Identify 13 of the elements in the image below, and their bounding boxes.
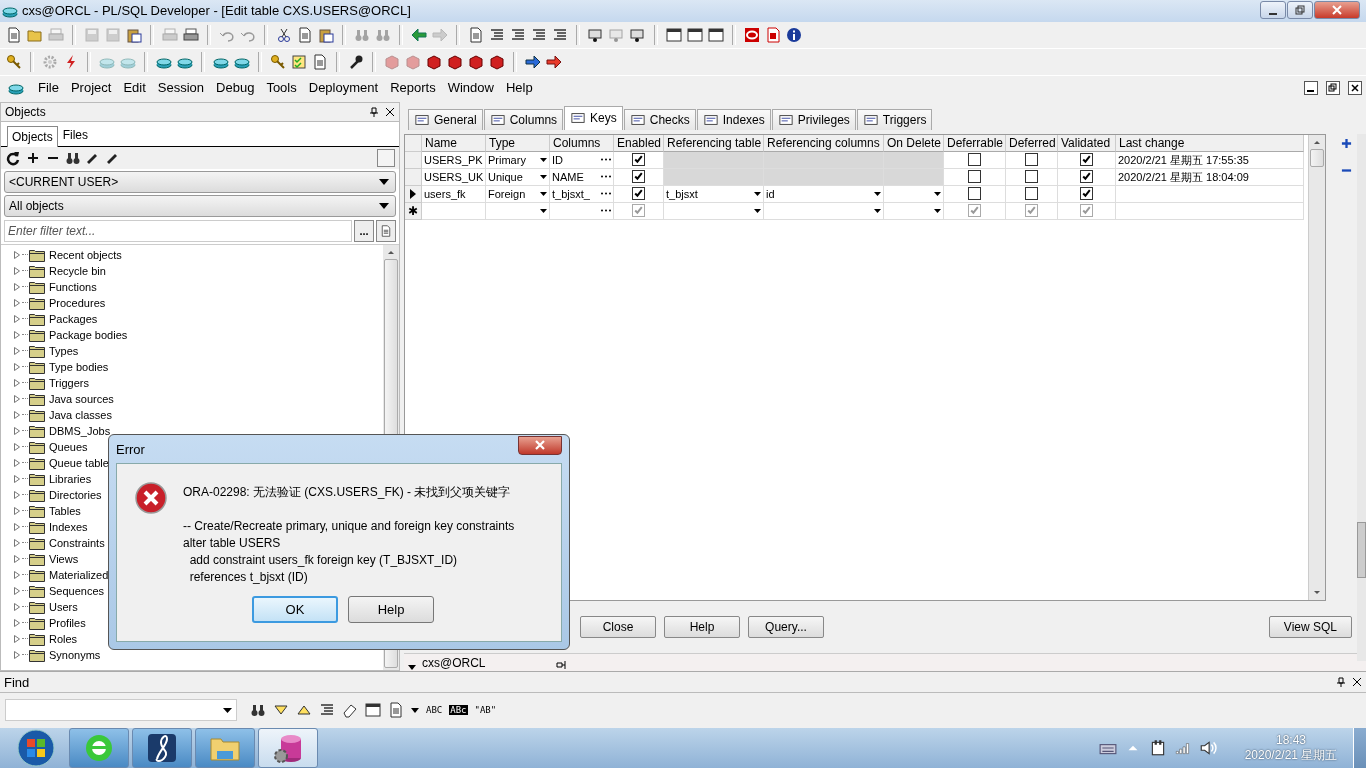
table-cell: users_fk bbox=[422, 185, 486, 203]
sql-text: -- Create/Recreate primary, unique and foreign key constraints alter table USERS add constraint users_fk foreign key (T_BJSXT_ID) references t_bjsxt (ID) bbox=[183, 518, 515, 586]
dialog-title: Error bbox=[116, 441, 145, 457]
panel-title: Find bbox=[4, 674, 30, 690]
connection-label: cxs@ORCL bbox=[422, 656, 487, 671]
table-cell: USERS_PK bbox=[422, 151, 486, 169]
table-cell: USERS_UK bbox=[422, 168, 486, 186]
panel-title: Objects bbox=[5, 104, 46, 119]
error-message: ORA-02298: 无法验证 (CXS.USERS_FK) - 未找到父项关键字 bbox=[183, 484, 512, 501]
window-title: cxs@ORCL - PL/SQL Developer - [Edit table CXS.USERS@ORCL] bbox=[22, 3, 411, 19]
table-cell: 2020/2/21 星期五 17:55:35 bbox=[1116, 151, 1304, 169]
table-cell: 2020/2/21 星期五 18:04:09 bbox=[1116, 168, 1304, 186]
new-row-marker: ✱ bbox=[408, 203, 418, 218]
